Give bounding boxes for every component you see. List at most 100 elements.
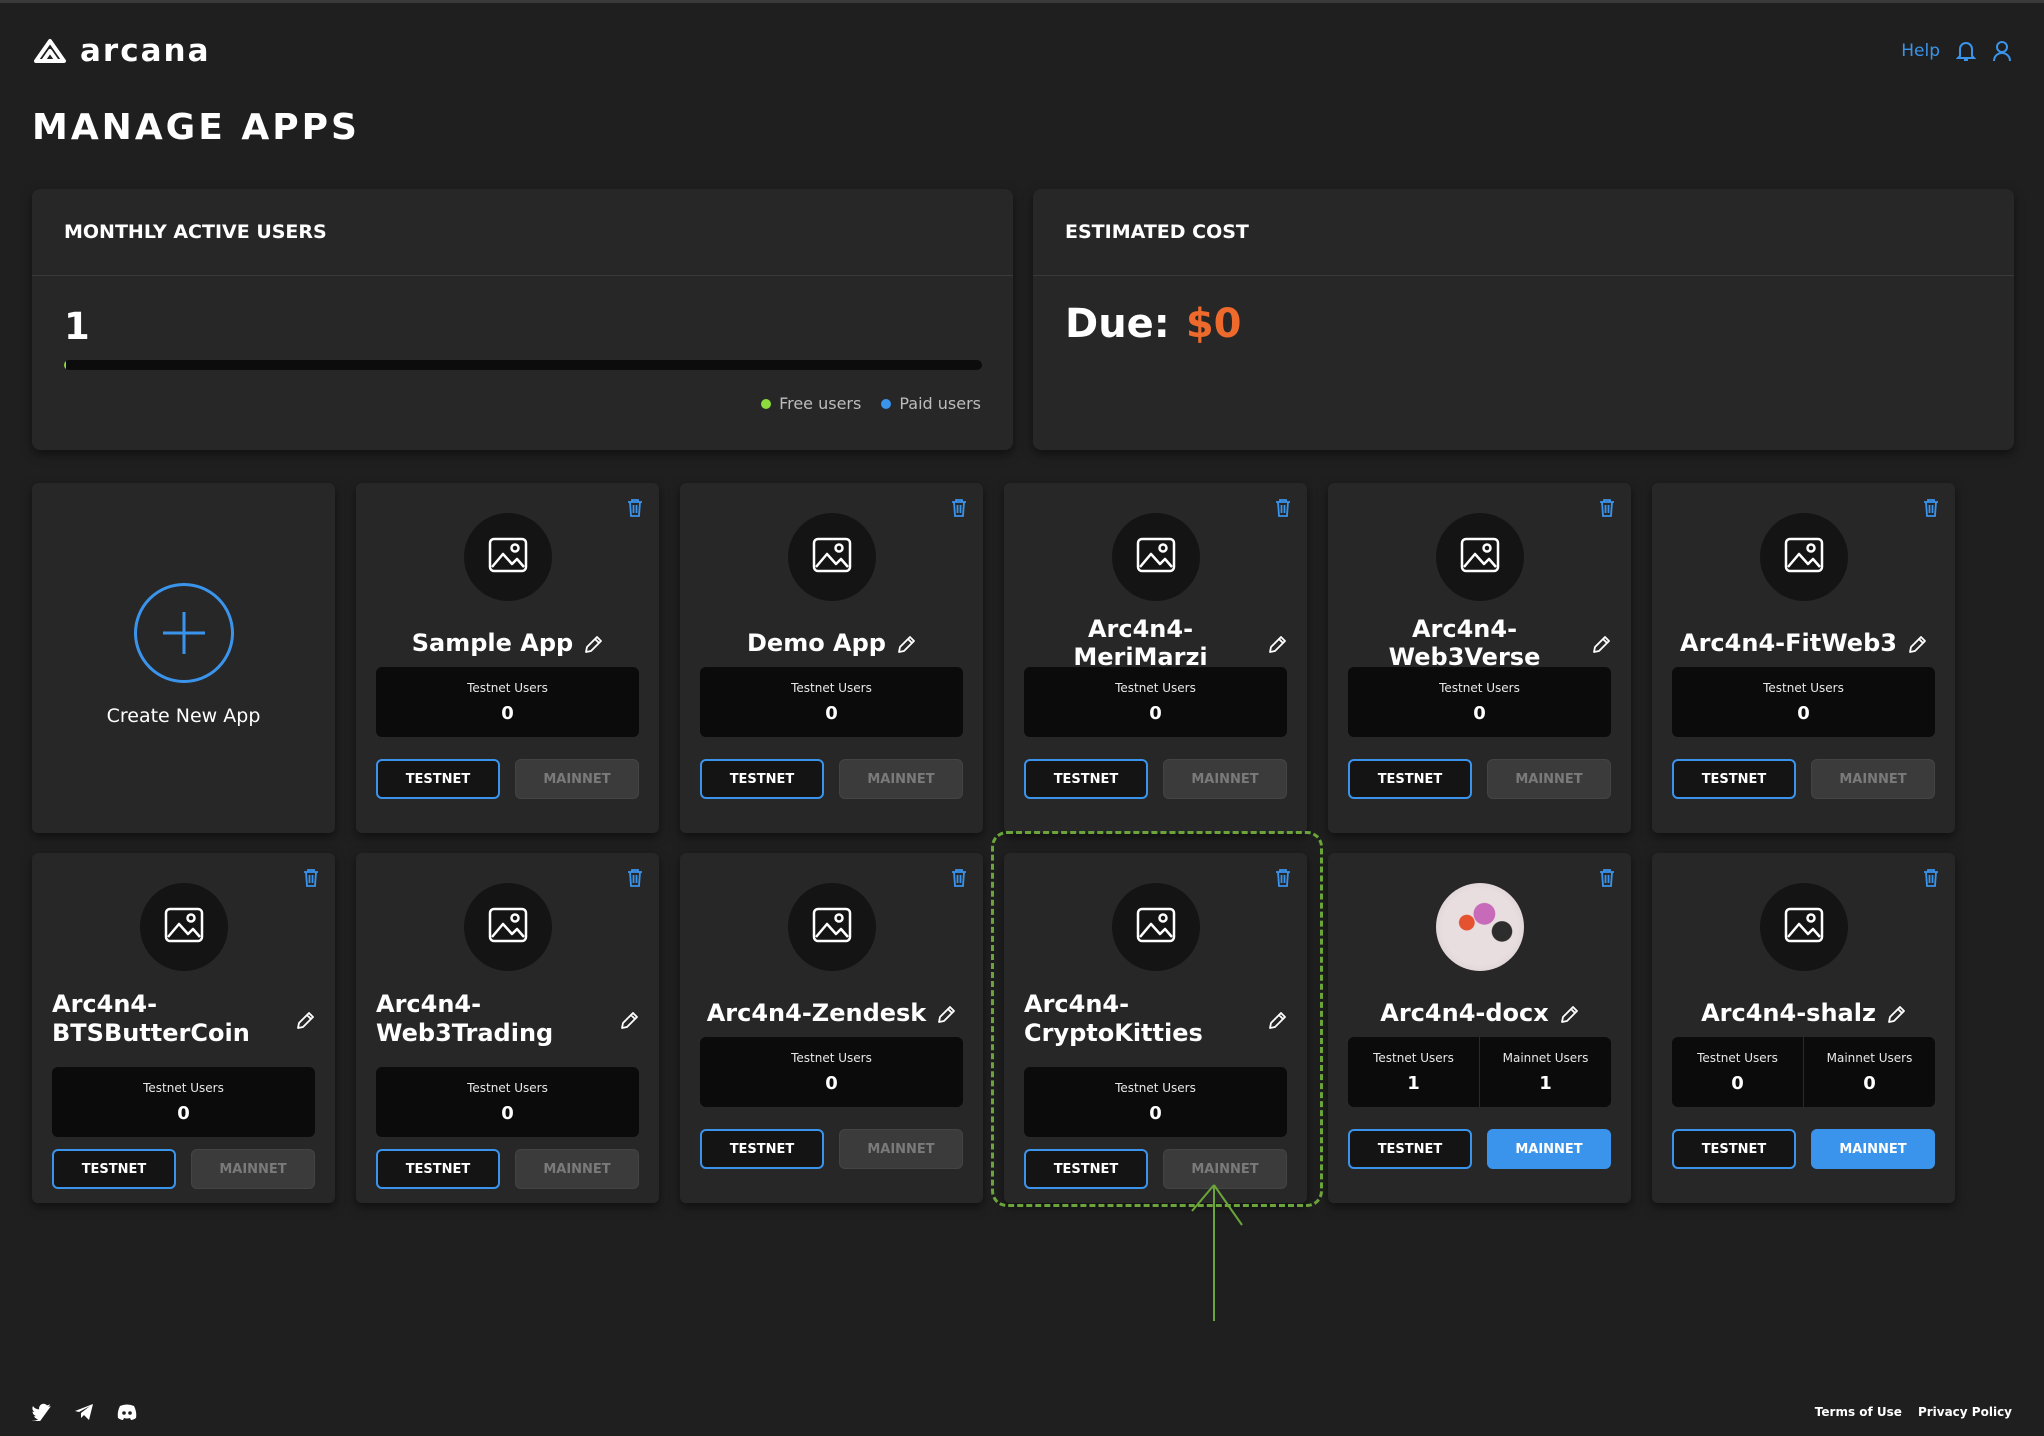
app-name-text: Arc4n4-docx (1380, 999, 1549, 1027)
edit-icon[interactable] (896, 633, 916, 653)
testnet-button[interactable]: TESTNET (1672, 759, 1796, 799)
app-logo[interactable] (140, 883, 228, 971)
brand[interactable]: arcana (32, 33, 211, 69)
app-logo[interactable] (1436, 513, 1524, 601)
mau-panel: MONTHLY ACTIVE USERS 1 Free users Paid u… (32, 189, 1013, 450)
image-placeholder-icon (488, 537, 528, 577)
testnet-button[interactable]: TESTNET (1348, 759, 1472, 799)
edit-icon[interactable] (1267, 1009, 1287, 1029)
testnet-users-value: 0 (501, 702, 514, 724)
trash-icon[interactable] (627, 499, 647, 521)
app-card[interactable]: Arc4n4-FitWeb3 Testnet Users 0 TESTNET M… (1652, 483, 1955, 833)
image-placeholder-icon (812, 907, 852, 947)
app-card[interactable]: Arc4n4- BTSButterCoin Testnet Users 0 TE… (32, 853, 335, 1203)
testnet-users-stat: Testnet Users 0 (1672, 1037, 1803, 1107)
trash-icon[interactable] (1599, 869, 1619, 891)
app-logo[interactable] (1112, 513, 1200, 601)
app-name-line1: Arc4n4- (1024, 990, 1130, 1018)
annotation-arrow (1191, 1184, 1243, 1321)
app-card[interactable]: Arc4n4- Web3Trading Testnet Users 0 TEST… (356, 853, 659, 1203)
trash-icon[interactable] (303, 869, 323, 891)
app-logo[interactable] (464, 883, 552, 971)
user-icon[interactable] (1992, 40, 2012, 62)
app-logo[interactable] (788, 883, 876, 971)
testnet-users-label: Testnet Users (1115, 1080, 1196, 1095)
app-name-line2: CryptoKitties (1024, 1019, 1203, 1047)
mainnet-button[interactable]: MAINNET (515, 759, 639, 799)
app-card[interactable]: Arc4n4- CryptoKitties Testnet Users 0 TE… (1004, 853, 1307, 1203)
testnet-button[interactable]: TESTNET (1672, 1129, 1796, 1169)
mainnet-button[interactable]: MAINNET (1811, 759, 1935, 799)
app-card[interactable]: Arc4n4-shalz Testnet Users 0 Mainnet Use… (1652, 853, 1955, 1203)
app-name: Arc4n4- BTSButterCoin (52, 983, 315, 1055)
discord-icon[interactable] (116, 1403, 138, 1421)
testnet-button[interactable]: TESTNET (1348, 1129, 1472, 1169)
mau-progress-bar (64, 360, 982, 370)
app-logo[interactable] (1760, 883, 1848, 971)
app-logo[interactable] (1436, 883, 1524, 971)
edit-icon[interactable] (936, 1003, 956, 1023)
testnet-button[interactable]: TESTNET (1024, 1149, 1148, 1189)
trash-icon[interactable] (951, 499, 971, 521)
mainnet-users-label: Mainnet Users (1826, 1050, 1913, 1065)
trash-icon[interactable] (1923, 869, 1943, 891)
edit-icon[interactable] (1559, 1003, 1579, 1023)
mainnet-button[interactable]: MAINNET (1811, 1129, 1935, 1169)
due-value: $0 (1185, 301, 1242, 347)
edit-icon[interactable] (295, 1009, 315, 1029)
create-app-card[interactable]: Create New App (32, 483, 335, 833)
testnet-button[interactable]: TESTNET (700, 759, 824, 799)
app-name-text: Arc4n4-Web3Verse (1388, 615, 1541, 671)
trash-icon[interactable] (1275, 499, 1295, 521)
app-card[interactable]: Arc4n4-Web3Verse Testnet Users 0 TESTNET… (1328, 483, 1631, 833)
testnet-button[interactable]: TESTNET (376, 759, 500, 799)
edit-icon[interactable] (1886, 1003, 1906, 1023)
testnet-users-stat: Testnet Users 0 (1024, 1067, 1287, 1137)
edit-icon[interactable] (1267, 633, 1287, 653)
trash-icon[interactable] (1599, 499, 1619, 521)
app-card[interactable]: Arc4n4-docx Testnet Users 1 Mainnet User… (1328, 853, 1631, 1203)
app-logo[interactable] (1760, 513, 1848, 601)
terms-link[interactable]: Terms of Use (1815, 1405, 1902, 1419)
app-logo[interactable] (464, 513, 552, 601)
mainnet-button[interactable]: MAINNET (1487, 1129, 1611, 1169)
testnet-button[interactable]: TESTNET (700, 1129, 824, 1169)
twitter-icon[interactable] (32, 1403, 52, 1421)
app-logo[interactable] (788, 513, 876, 601)
trash-icon[interactable] (1923, 499, 1943, 521)
telegram-icon[interactable] (74, 1403, 94, 1421)
trash-icon[interactable] (1275, 869, 1295, 891)
testnet-button[interactable]: TESTNET (376, 1149, 500, 1189)
trash-icon[interactable] (951, 869, 971, 891)
app-logo[interactable] (1112, 883, 1200, 971)
image-placeholder-icon (812, 537, 852, 577)
app-card[interactable]: Arc4n4-Zendesk Testnet Users 0 TESTNET M… (680, 853, 983, 1203)
edit-icon[interactable] (583, 633, 603, 653)
bell-icon[interactable] (1956, 40, 1976, 62)
plus-icon[interactable] (134, 583, 234, 683)
edit-icon[interactable] (619, 1009, 639, 1029)
mainnet-button[interactable]: MAINNET (191, 1149, 315, 1189)
mainnet-button[interactable]: MAINNET (839, 759, 963, 799)
edit-icon[interactable] (1591, 633, 1611, 653)
mainnet-users-label: Mainnet Users (1502, 1050, 1589, 1065)
privacy-link[interactable]: Privacy Policy (1918, 1405, 2012, 1419)
mainnet-button[interactable]: MAINNET (1163, 759, 1287, 799)
testnet-users-value: 0 (825, 702, 838, 724)
help-link[interactable]: Help (1901, 41, 1940, 61)
mainnet-button[interactable]: MAINNET (839, 1129, 963, 1169)
edit-icon[interactable] (1907, 633, 1927, 653)
cost-panel: ESTIMATED COST Due: $0 (1033, 189, 2014, 450)
mainnet-button[interactable]: MAINNET (515, 1149, 639, 1189)
image-placeholder-icon (1136, 907, 1176, 947)
testnet-button[interactable]: TESTNET (52, 1149, 176, 1189)
trash-icon[interactable] (627, 869, 647, 891)
social-links (32, 1403, 138, 1421)
testnet-button[interactable]: TESTNET (1024, 759, 1148, 799)
app-card[interactable]: Arc4n4-MeriMarzi Testnet Users 0 TESTNET… (1004, 483, 1307, 833)
app-card[interactable]: Demo App Testnet Users 0 TESTNET MAINNET (680, 483, 983, 833)
app-card[interactable]: Sample App Testnet Users 0 TESTNET MAINN… (356, 483, 659, 833)
mainnet-button[interactable]: MAINNET (1487, 759, 1611, 799)
mau-progress-fill (64, 360, 66, 370)
testnet-users-stat: Testnet Users 0 (700, 1037, 963, 1107)
